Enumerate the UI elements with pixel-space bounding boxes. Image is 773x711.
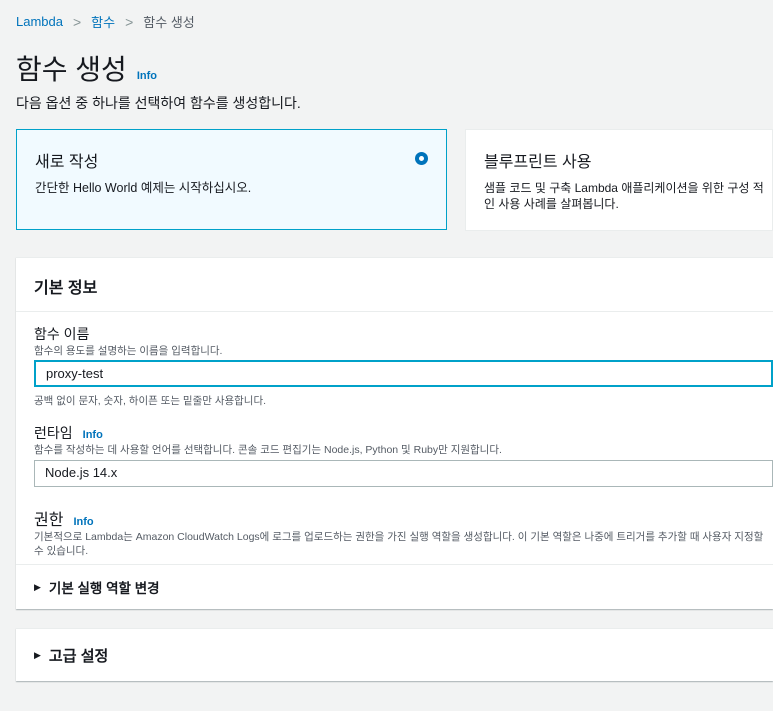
change-role-label: 기본 실행 역할 변경 [48,581,160,596]
runtime-desc: 함수를 작성하는 데 사용할 언어를 선택합니다. 콘솔 코드 편집기는 Nod… [34,444,502,456]
option-author-from-scratch[interactable]: 새로 작성 간단한 Hello World 예제는 시작하십시오. [16,129,447,230]
info-link[interactable]: Info [137,70,157,82]
radio-selected-icon[interactable] [415,152,428,165]
change-role-toggle[interactable]: ▶ 기본 실행 역할 변경 [34,577,160,597]
breadcrumb-functions[interactable]: 함수 [91,12,115,31]
function-name-input[interactable]: proxy-test [34,360,773,387]
basic-info-panel: 기본 정보 함수 이름 함수의 용도를 설명하는 이름을 입력합니다. prox… [16,257,773,609]
page-title: 함수 생성 Info [16,48,157,88]
runtime-label-text: 런타임 [34,425,73,441]
page-description: 다음 옵션 중 하나를 선택하여 함수를 생성합니다. [16,95,301,111]
option-description: 샘플 코드 및 구축 Lambda 애플리케이션을 위한 구성 적인 사용 사례… [484,181,764,211]
breadcrumb-current: 함수 생성 [143,15,195,30]
permissions-label-text: 권한 [34,512,64,529]
panel-header: 기본 정보 [16,258,773,312]
option-blueprint[interactable]: 블루프린트 사용 샘플 코드 및 구축 Lambda 애플리케이션을 위한 구성… [465,129,773,231]
caret-right-icon: ▶ [34,581,41,592]
option-description: 간단한 Hello World 예제는 시작하십시오. [35,181,252,195]
page-title-text: 함수 생성 [16,54,127,85]
permissions-label: 권한 Info [34,506,94,530]
advanced-settings-toggle[interactable]: ▶ 고급 설정 [34,645,108,666]
breadcrumb-lambda[interactable]: Lambda [16,14,63,29]
divider [16,564,773,565]
permissions-info-link[interactable]: Info [73,516,93,528]
function-name-label: 함수 이름 [34,326,90,342]
chevron-right-icon: > [72,13,82,30]
runtime-info-link[interactable]: Info [83,429,103,441]
permissions-desc: 기본적으로 Lambda는 Amazon CloudWatch Logs에 로그… [34,531,764,557]
option-title: 새로 작성 [35,154,99,171]
function-name-hint: 공백 없이 문자, 숫자, 하이픈 또는 밑줄만 사용합니다. [34,395,267,407]
runtime-select[interactable]: Node.js 14.x [34,460,773,487]
chevron-right-icon: > [125,13,134,30]
function-name-desc: 함수의 용도를 설명하는 이름을 입력합니다. [34,345,223,357]
caret-right-icon: ▶ [34,650,41,660]
runtime-label: 런타임 Info [34,423,103,443]
breadcrumb: Lambda > 함수 > 함수 생성 [16,12,195,31]
option-title: 블루프린트 사용 [484,154,592,171]
advanced-settings-panel: ▶ 고급 설정 [16,628,773,681]
advanced-settings-label: 고급 설정 [48,648,109,665]
